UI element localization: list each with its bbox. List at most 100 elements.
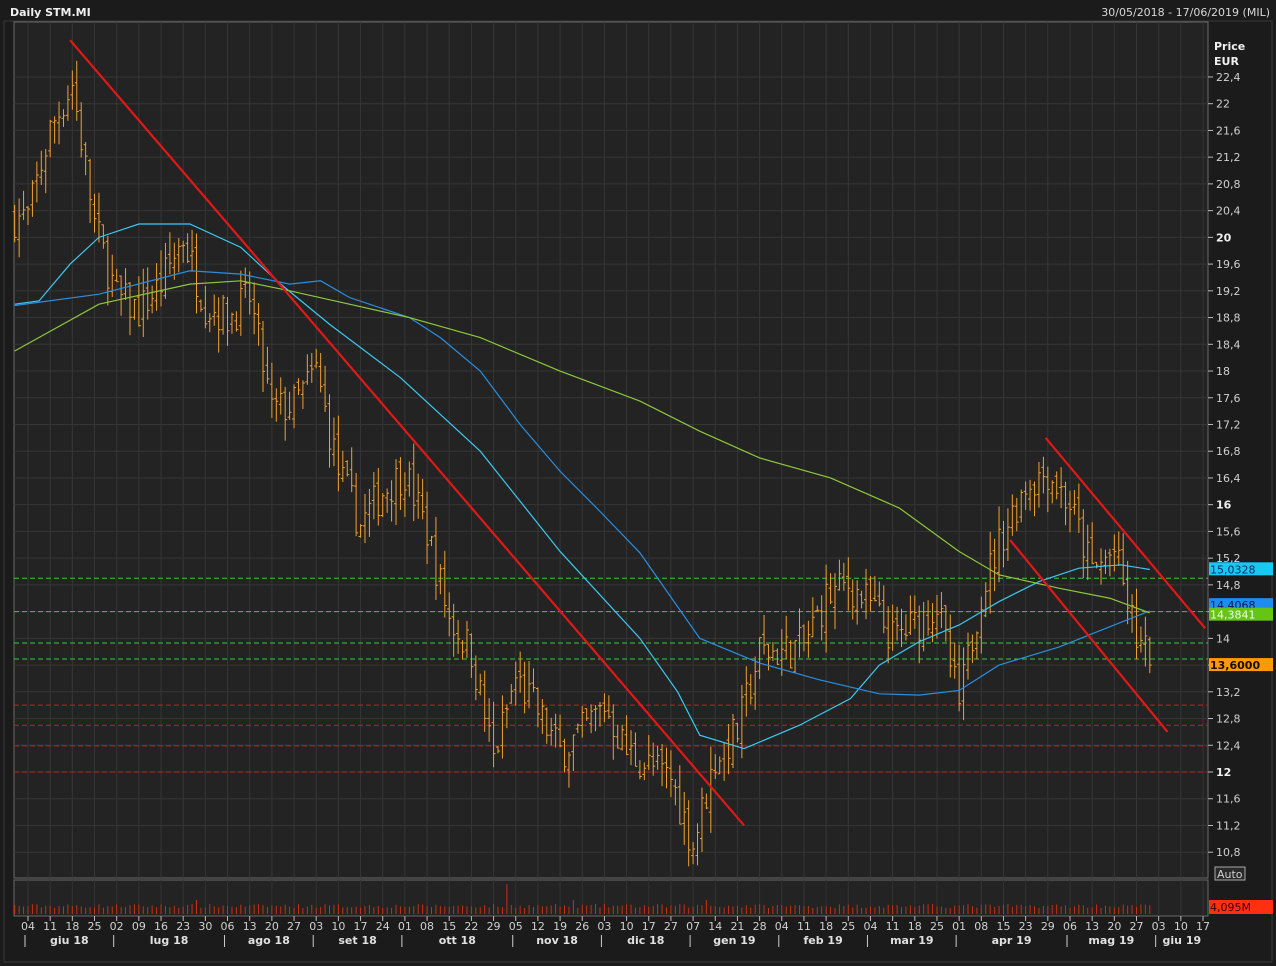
value-tag-text: 15,0328	[1210, 563, 1256, 576]
x-tick-label: 18	[819, 920, 833, 933]
month-label: set 18	[338, 934, 376, 947]
x-tick-label: 16	[154, 920, 168, 933]
x-tick-label: 22	[464, 920, 478, 933]
x-tick-label: 04	[21, 920, 35, 933]
x-tick-label: 23	[176, 920, 190, 933]
y-tick-label: 22,4	[1216, 71, 1241, 84]
x-tick-label: 26	[575, 920, 589, 933]
x-tick-label: 10	[620, 920, 634, 933]
x-tick-label: 07	[686, 920, 700, 933]
x-tick-label: 11	[43, 920, 57, 933]
x-tick-label: 23	[1019, 920, 1033, 933]
date-range: 30/05/2018 - 17/06/2019 (MIL)	[1101, 6, 1270, 19]
month-label: lug 18	[150, 934, 189, 947]
x-tick-label: 27	[664, 920, 678, 933]
month-label: gen 19	[713, 934, 755, 947]
x-tick-label: 18	[908, 920, 922, 933]
month-label: mag 19	[1088, 934, 1134, 947]
month-label: feb 19	[803, 934, 842, 947]
month-label: nov 18	[536, 934, 578, 947]
x-tick-label: 01	[398, 920, 412, 933]
x-tick-label: 25	[88, 920, 102, 933]
auto-scale-button[interactable]: Auto	[1214, 866, 1246, 881]
y-tick-label: 12,8	[1216, 713, 1241, 726]
x-tick-label: 08	[420, 920, 434, 933]
price-chart[interactable]: Daily STM.MI 30/05/2018 - 17/06/2019 (MI…	[0, 0, 1276, 966]
y-tick-label: 15,6	[1216, 525, 1241, 538]
x-tick-label: 27	[287, 920, 301, 933]
month-label: apr 19	[992, 934, 1032, 947]
chart-title: Daily STM.MI	[10, 6, 91, 19]
x-tick-label: 04	[863, 920, 877, 933]
x-tick-label: 04	[775, 920, 789, 933]
x-tick-label: 05	[509, 920, 523, 933]
x-tick-label: 08	[974, 920, 988, 933]
x-tick-label: 29	[1041, 920, 1055, 933]
x-tick-label: 14	[708, 920, 722, 933]
y-tick-label: 18	[1216, 365, 1230, 378]
volume-value: 4,095M	[1210, 901, 1251, 914]
month-label: giu 18	[50, 934, 89, 947]
auto-label: Auto	[1217, 868, 1243, 881]
x-tick-label: 25	[930, 920, 944, 933]
x-tick-label: 12	[531, 920, 545, 933]
x-tick-label: 30	[198, 920, 212, 933]
y-tick-label: 19,2	[1216, 285, 1241, 298]
x-tick-label: 17	[642, 920, 656, 933]
x-tick-label: 10	[331, 920, 345, 933]
x-tick-label: 20	[1107, 920, 1121, 933]
x-tick-label: 17	[354, 920, 368, 933]
x-tick-label: 03	[1152, 920, 1166, 933]
y-tick-label: 12,4	[1216, 739, 1241, 752]
y-tick-label: 11,2	[1216, 819, 1241, 832]
volume-panel[interactable]	[13, 879, 1209, 917]
x-tick-label: 03	[309, 920, 323, 933]
x-tick-label: 09	[132, 920, 146, 933]
value-tag-text: 14,3841	[1210, 609, 1256, 622]
month-label: mar 19	[890, 934, 933, 947]
y-tick-label: 20	[1216, 231, 1232, 244]
x-tick-label: 29	[487, 920, 501, 933]
plot-area[interactable]	[13, 21, 1209, 879]
x-tick-label: 15	[996, 920, 1010, 933]
y-tick-label: 18,8	[1216, 312, 1241, 325]
volume-tag: 4,095M	[1209, 900, 1273, 914]
x-tick-label: 24	[376, 920, 390, 933]
x-tick-label: 28	[753, 920, 767, 933]
y-tick-label: 14	[1216, 632, 1230, 645]
x-tick-label: 20	[265, 920, 279, 933]
y-tick-label: 12	[1216, 766, 1231, 779]
x-tick-label: 11	[797, 920, 811, 933]
x-tick-label: 13	[243, 920, 257, 933]
y-tick-label: 21,2	[1216, 151, 1241, 164]
x-tick-label: 18	[65, 920, 79, 933]
y-tick-label: 16,4	[1216, 472, 1241, 485]
y-tick-label: 18,4	[1216, 338, 1241, 351]
x-tick-label: 25	[841, 920, 855, 933]
y-tick-label: 14,8	[1216, 579, 1241, 592]
x-tick-label: 01	[952, 920, 966, 933]
x-tick-label: 19	[553, 920, 567, 933]
x-tick-label: 10	[1174, 920, 1188, 933]
month-label: ott 18	[439, 934, 476, 947]
value-tag-text: 13,6000	[1210, 659, 1260, 672]
x-tick-label: 06	[1063, 920, 1077, 933]
y-tick-label: 20,4	[1216, 205, 1241, 218]
x-tick-label: 15	[442, 920, 456, 933]
y-tick-label: 21,6	[1216, 124, 1241, 137]
y-tick-label: 19,6	[1216, 258, 1241, 271]
y-tick-label: 11,6	[1216, 793, 1241, 806]
x-tick-label: 11	[886, 920, 900, 933]
x-tick-label: 27	[1130, 920, 1144, 933]
y-tick-label: 22	[1216, 98, 1230, 111]
x-tick-label: 21	[730, 920, 744, 933]
y-tick-label: 17,6	[1216, 392, 1241, 405]
x-tick-label: 17	[1196, 920, 1210, 933]
y-tick-label: 10,8	[1216, 846, 1241, 859]
x-tick-label: 02	[110, 920, 124, 933]
y-tick-label: 20,8	[1216, 178, 1241, 191]
y-tick-label: 16,8	[1216, 445, 1241, 458]
currency-label: EUR	[1214, 55, 1239, 68]
y-tick-label: 17,2	[1216, 418, 1241, 431]
x-tick-label: 03	[597, 920, 611, 933]
